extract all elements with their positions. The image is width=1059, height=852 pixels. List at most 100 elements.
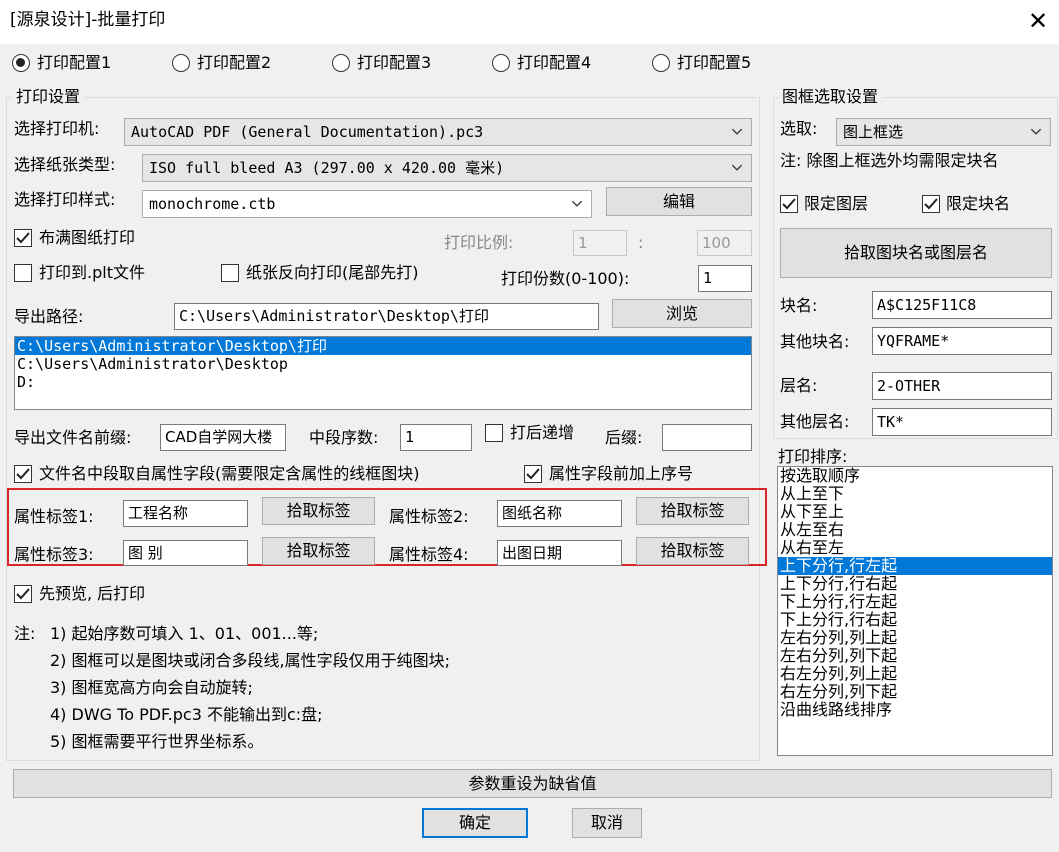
- limit-layer-label: 限定图层: [804, 194, 869, 213]
- list-item[interactable]: 左右分列,列上起: [778, 629, 1052, 647]
- config-radio-4[interactable]: [492, 54, 510, 72]
- mid-from-attr-checkbox[interactable]: [14, 465, 32, 483]
- scale-separator: :: [638, 233, 644, 252]
- pick-tag-button-3[interactable]: 拾取标签: [262, 537, 375, 565]
- check-icon: [16, 468, 30, 480]
- chevron-down-icon: [571, 200, 583, 207]
- limit-block-checkbox[interactable]: [922, 195, 940, 213]
- preview-checkbox[interactable]: [14, 585, 32, 603]
- list-item[interactable]: C:\Users\Administrator\Desktop\打印: [15, 337, 751, 355]
- note-line-4: 4) DWG To PDF.pc3 不能输出到c:盘;: [50, 705, 323, 724]
- list-item[interactable]: 上下分行,行左起: [778, 557, 1052, 575]
- select-mode-combo[interactable]: 图上框选: [836, 118, 1051, 146]
- layer-input[interactable]: 2-OTHER: [872, 372, 1052, 400]
- suffix-label: 后缀:: [605, 428, 643, 447]
- list-item[interactable]: 从上至下: [778, 485, 1052, 503]
- block-name-label: 块名:: [780, 296, 818, 315]
- attr-tag-input-1[interactable]: 工程名称: [123, 500, 248, 527]
- list-item[interactable]: 沿曲线路线排序: [778, 701, 1052, 719]
- other-block-label: 其他块名:: [780, 332, 850, 351]
- suffix-input[interactable]: [662, 424, 752, 451]
- sort-order-list[interactable]: 按选取顺序 从上至下 从下至上 从左至右 从右至左 上下分行,行左起 上下分行,…: [777, 466, 1053, 756]
- cancel-button[interactable]: 取消: [572, 808, 642, 838]
- pick-tag-button-2[interactable]: 拾取标签: [636, 497, 749, 525]
- reverse-label: 纸张反向打印(尾部先打): [246, 263, 419, 282]
- list-item[interactable]: 从左至右: [778, 521, 1052, 539]
- list-item[interactable]: C:\Users\Administrator\Desktop: [15, 355, 751, 373]
- attr-tag-input-2[interactable]: 图纸名称: [497, 500, 622, 527]
- list-item[interactable]: 从右至左: [778, 539, 1052, 557]
- fit-paper-checkbox[interactable]: [14, 229, 32, 247]
- frame-settings-title: 图框选取设置: [778, 88, 883, 106]
- reverse-checkbox[interactable]: [221, 264, 239, 282]
- config-radio-5[interactable]: [652, 54, 670, 72]
- check-icon: [924, 198, 938, 210]
- ok-button[interactable]: 确定: [422, 808, 528, 838]
- sort-label: 打印排序:: [778, 447, 848, 466]
- pick-tag-button-4[interactable]: 拾取标签: [636, 537, 749, 565]
- pick-block-layer-button[interactable]: 拾取图块名或图层名: [780, 228, 1052, 278]
- list-item[interactable]: D:: [15, 373, 751, 391]
- scale-denominator[interactable]: 100: [697, 230, 752, 256]
- check-icon: [526, 468, 540, 480]
- attr-prefix-seq-checkbox[interactable]: [524, 465, 542, 483]
- preview-label: 先预览, 后打印: [39, 584, 146, 603]
- note-line-3: 3) 图框宽高方向会自动旋转;: [50, 678, 253, 697]
- edit-button[interactable]: 编辑: [606, 187, 752, 216]
- list-item[interactable]: 从下至上: [778, 503, 1052, 521]
- config-label-4: 打印配置4: [517, 53, 592, 72]
- paper-label: 选择纸张类型:: [14, 155, 116, 174]
- printer-combo[interactable]: AutoCAD PDF (General Documentation).pc3: [124, 118, 752, 146]
- list-item[interactable]: 下上分行,行左起: [778, 593, 1052, 611]
- limit-layer-checkbox[interactable]: [780, 195, 798, 213]
- browse-button[interactable]: 浏览: [612, 299, 752, 328]
- list-item[interactable]: 右左分列,列上起: [778, 665, 1052, 683]
- window-title: [源泉设计]-批量打印: [10, 10, 166, 30]
- paper-combo[interactable]: ISO full bleed A3 (297.00 x 420.00 毫米): [142, 154, 752, 182]
- print-settings-title: 打印设置: [12, 88, 85, 106]
- attr-tag-label-2: 属性标签2:: [389, 507, 469, 526]
- list-item[interactable]: 左右分列,列下起: [778, 647, 1052, 665]
- path-history-list[interactable]: C:\Users\Administrator\Desktop\打印 C:\Use…: [14, 336, 752, 410]
- chevron-down-icon: [731, 128, 743, 135]
- pick-tag-button-1[interactable]: 拾取标签: [262, 497, 375, 525]
- chevron-down-icon: [1030, 128, 1042, 135]
- printer-value: AutoCAD PDF (General Documentation).pc3: [131, 123, 484, 141]
- layer-label: 层名:: [780, 376, 818, 395]
- config-radio-2[interactable]: [172, 54, 190, 72]
- note-line-2: 2) 图框可以是图块或闭合多段线,属性字段仅用于纯图块;: [50, 651, 450, 670]
- scale-numerator[interactable]: 1: [573, 230, 627, 256]
- increment-label: 打后递增: [510, 423, 575, 442]
- close-button[interactable]: ✕: [1024, 6, 1052, 36]
- prefix-input[interactable]: CAD自学网大楼: [160, 424, 286, 451]
- list-item[interactable]: 按选取顺序: [778, 467, 1052, 485]
- list-item[interactable]: 右左分列,列下起: [778, 683, 1052, 701]
- plt-label: 打印到.plt文件: [39, 263, 145, 282]
- style-combo[interactable]: monochrome.ctb: [142, 190, 592, 218]
- paper-value: ISO full bleed A3 (297.00 x 420.00 毫米): [149, 159, 505, 177]
- attr-tag-input-4[interactable]: 出图日期: [497, 540, 622, 566]
- config-radio-3[interactable]: [332, 54, 350, 72]
- reset-defaults-button[interactable]: 参数重设为缺省值: [13, 769, 1052, 798]
- mid-seq-label: 中段序数:: [309, 428, 379, 447]
- note-line-5: 5) 图框需要平行世界坐标系。: [50, 732, 264, 751]
- list-item[interactable]: 上下分行,行右起: [778, 575, 1052, 593]
- other-layer-input[interactable]: TK*: [872, 408, 1052, 436]
- mid-seq-input[interactable]: 1: [400, 424, 472, 451]
- copies-label: 打印份数(0-100):: [501, 269, 630, 288]
- check-icon: [782, 198, 796, 210]
- style-label: 选择打印样式:: [14, 190, 116, 209]
- block-name-input[interactable]: A$C125F11C8: [872, 291, 1052, 319]
- other-block-input[interactable]: YQFRAME*: [872, 327, 1052, 355]
- prefix-label: 导出文件名前缀:: [14, 428, 132, 447]
- select-label: 选取:: [780, 119, 818, 138]
- plt-checkbox[interactable]: [14, 264, 32, 282]
- path-input[interactable]: C:\Users\Administrator\Desktop\打印: [174, 303, 599, 330]
- list-item[interactable]: 下上分行,行右起: [778, 611, 1052, 629]
- check-icon: [16, 232, 30, 244]
- copies-input[interactable]: 1: [698, 265, 752, 292]
- increment-checkbox[interactable]: [485, 424, 503, 442]
- config-radio-1[interactable]: [12, 54, 30, 72]
- other-layer-label: 其他层名:: [780, 412, 850, 431]
- attr-tag-input-3[interactable]: 图 别: [123, 540, 248, 566]
